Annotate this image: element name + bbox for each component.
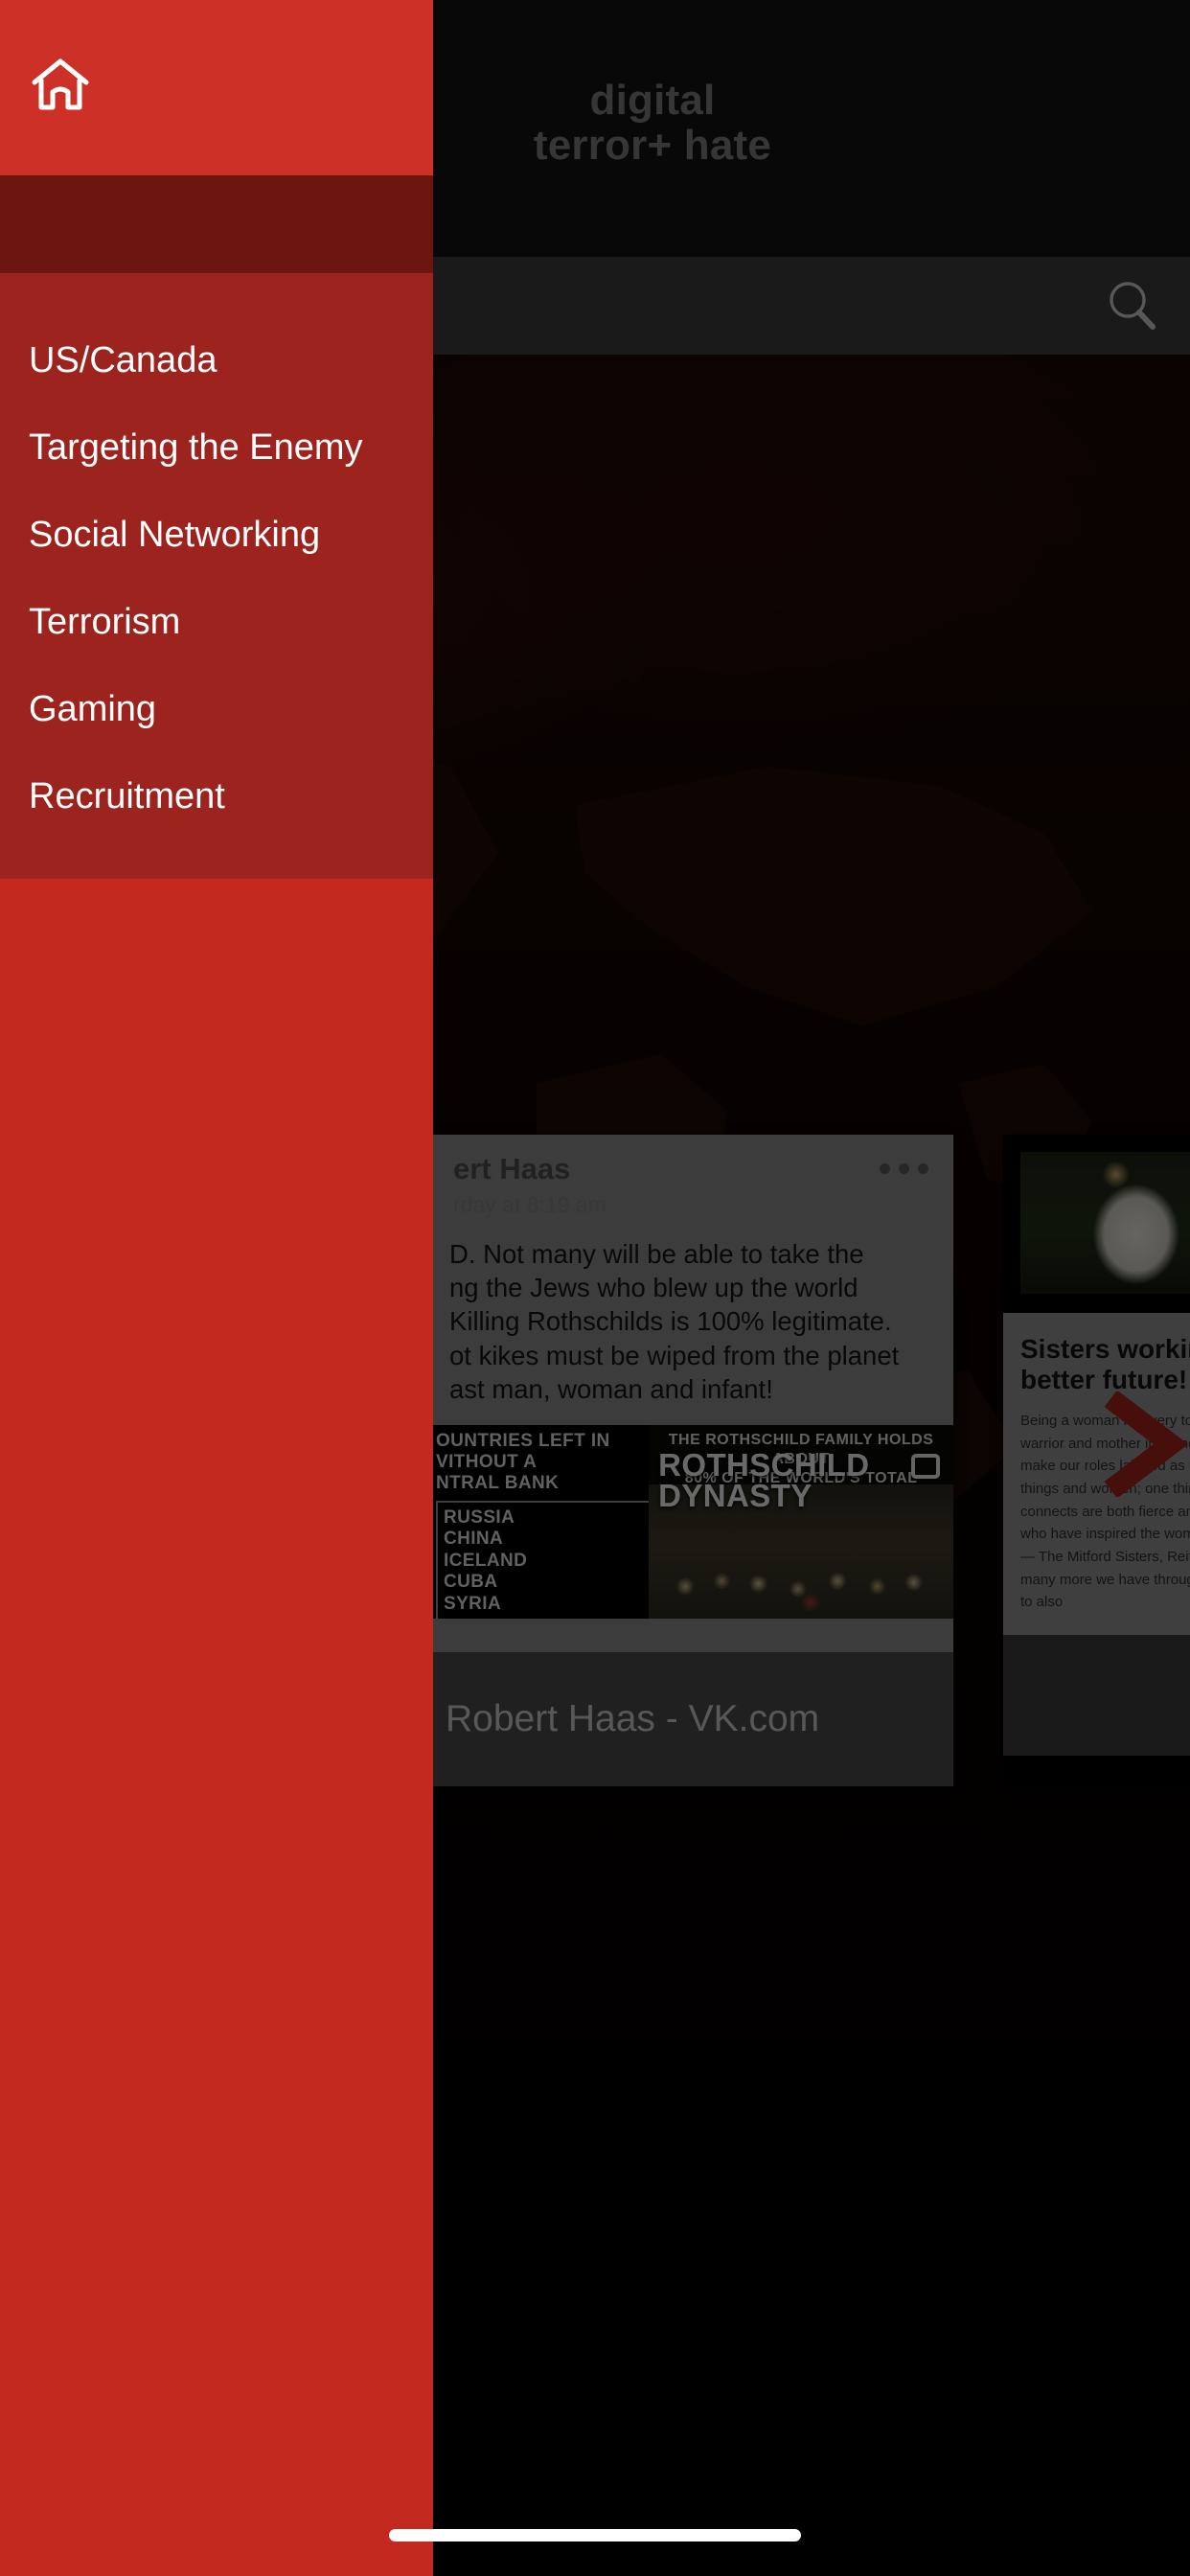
drawer-menu: US/Canada Targeting the Enemy Social Net… xyxy=(0,273,433,879)
drawer-divider-band xyxy=(0,175,433,273)
sidebar-item-us-canada[interactable]: US/Canada xyxy=(0,317,433,404)
sidebar-item-label: Targeting the Enemy xyxy=(29,427,363,468)
sidebar-item-label: Recruitment xyxy=(29,776,225,816)
sidebar-item-social-networking[interactable]: Social Networking xyxy=(0,492,433,579)
sidebar-item-label: Gaming xyxy=(29,689,157,729)
sidebar-item-terrorism[interactable]: Terrorism xyxy=(0,579,433,666)
sidebar-item-recruitment[interactable]: Recruitment xyxy=(0,753,433,840)
home-icon[interactable] xyxy=(27,52,94,124)
app-root: digital terror+ hate xyxy=(0,0,1190,2576)
sidebar-item-targeting-the-enemy[interactable]: Targeting the Enemy xyxy=(0,404,433,492)
sidebar-item-label: Social Networking xyxy=(29,515,321,555)
navigation-drawer: US/Canada Targeting the Enemy Social Net… xyxy=(0,0,433,2576)
sidebar-item-label: Terrorism xyxy=(29,602,181,642)
drawer-header xyxy=(0,0,433,175)
home-indicator[interactable] xyxy=(389,2529,801,2542)
sidebar-item-gaming[interactable]: Gaming xyxy=(0,666,433,753)
sidebar-item-label: US/Canada xyxy=(29,340,217,380)
